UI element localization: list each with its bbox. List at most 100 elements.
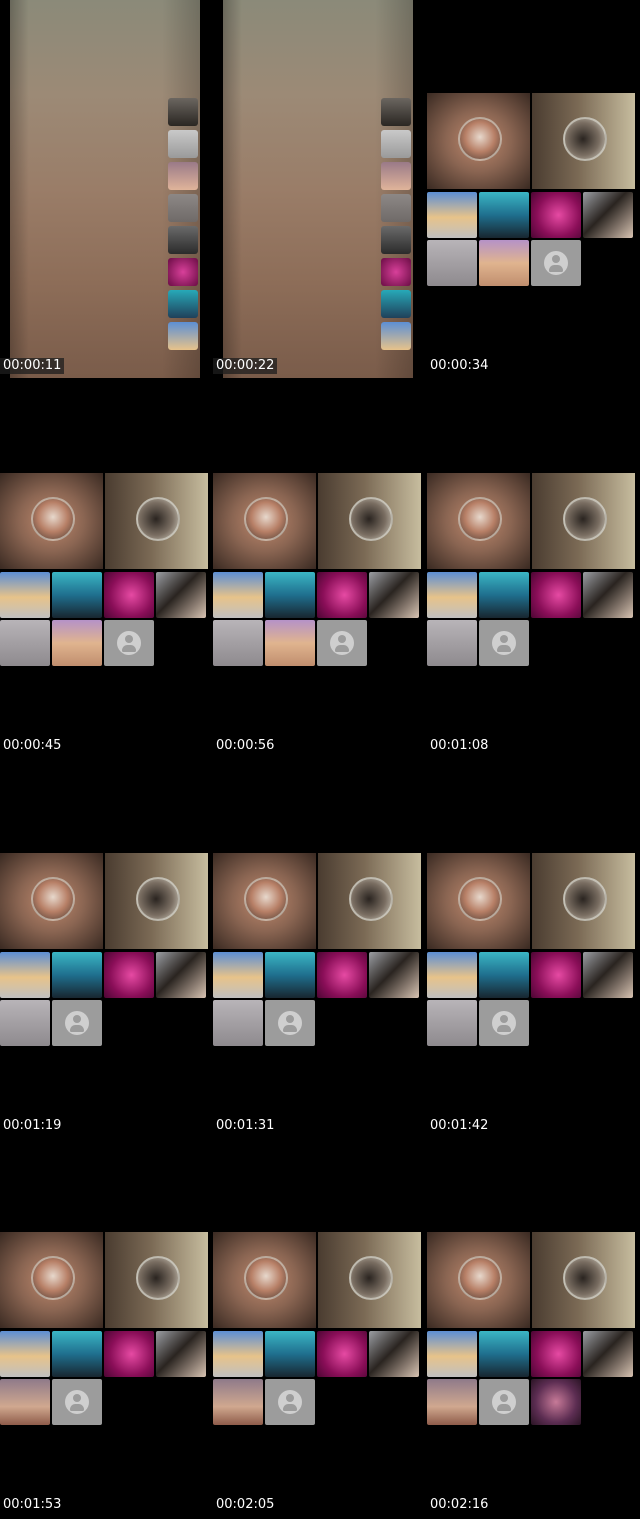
- participant-tile: [427, 620, 477, 666]
- participant-tile: [317, 572, 367, 618]
- avatar-body: [335, 645, 349, 652]
- avatar-placeholder-icon: [544, 251, 568, 275]
- participant-tile: [369, 572, 419, 618]
- guest-video-tile: [105, 853, 208, 949]
- empty-participant-tile: [479, 1379, 529, 1425]
- timestamp-label: 00:01:53: [3, 1497, 62, 1512]
- profile-circle: [458, 1256, 502, 1300]
- video-frame: 00:02:16: [427, 1139, 635, 1519]
- guest-video-tile: [532, 93, 635, 189]
- participant-thumbnail: [381, 258, 411, 286]
- participant-tile: [531, 1379, 581, 1425]
- participant-tile: [52, 952, 102, 998]
- guest-video-tile: [532, 1232, 635, 1328]
- participant-tile: [104, 1331, 154, 1377]
- participant-tile: [479, 1331, 529, 1377]
- participant-tile: [531, 192, 581, 238]
- guest-video-tile: [318, 1232, 421, 1328]
- profile-circle: [31, 877, 75, 921]
- participant-thumbnail: [168, 130, 198, 158]
- participant-thumbnail: [381, 322, 411, 350]
- participant-tile: [427, 1331, 477, 1377]
- participant-tile: [213, 572, 263, 618]
- host-video-tile: [213, 473, 316, 569]
- guest-video-tile: [532, 853, 635, 949]
- host-video-tile: [0, 853, 103, 949]
- participant-tile: [427, 192, 477, 238]
- participant-tile: [213, 1379, 263, 1425]
- avatar-body: [497, 1025, 511, 1032]
- profile-circle: [563, 497, 607, 541]
- timestamp-label: 00:01:08: [430, 738, 489, 753]
- empty-participant-tile: [265, 1379, 315, 1425]
- avatar-body: [497, 1404, 511, 1411]
- avatar-body: [70, 1404, 84, 1411]
- participant-tile: [427, 1379, 477, 1425]
- participant-tile: [583, 192, 633, 238]
- participant-thumbnail: [381, 130, 411, 158]
- timestamp-label: 00:02:16: [430, 1497, 489, 1512]
- participant-tile: [479, 952, 529, 998]
- profile-circle: [563, 117, 607, 161]
- participant-tile: [531, 952, 581, 998]
- participant-thumbnail: [168, 258, 198, 286]
- host-video-tile: [0, 473, 103, 569]
- host-video-tile: [427, 473, 530, 569]
- profile-circle: [458, 497, 502, 541]
- avatar-placeholder-icon: [492, 631, 516, 655]
- participant-thumbnail: [381, 162, 411, 190]
- participant-tile: [265, 1331, 315, 1377]
- avatar-placeholder-icon: [65, 1011, 89, 1035]
- profile-circle: [31, 1256, 75, 1300]
- participant-tile: [156, 572, 206, 618]
- profile-circle: [136, 1256, 180, 1300]
- avatar-head: [73, 1015, 81, 1023]
- avatar-placeholder-icon: [278, 1011, 302, 1035]
- guest-video-tile: [532, 473, 635, 569]
- profile-circle: [458, 117, 502, 161]
- participant-tile: [427, 240, 477, 286]
- profile-circle: [349, 497, 393, 541]
- video-frame: 00:01:53: [0, 1139, 208, 1519]
- empty-participant-tile: [317, 620, 367, 666]
- empty-participant-tile: [479, 620, 529, 666]
- timestamp-label: 00:00:56: [216, 738, 275, 753]
- video-frame: 00:01:19: [0, 760, 208, 1140]
- participant-tile: [369, 952, 419, 998]
- participant-tile: [156, 952, 206, 998]
- participant-tile: [104, 952, 154, 998]
- timestamp-label: 00:00:34: [430, 358, 489, 373]
- participant-tile: [0, 1000, 50, 1046]
- avatar-head: [500, 1015, 508, 1023]
- participant-tile: [265, 620, 315, 666]
- empty-participant-tile: [52, 1000, 102, 1046]
- avatar-body: [283, 1025, 297, 1032]
- profile-circle: [31, 497, 75, 541]
- guest-video-tile: [105, 1232, 208, 1328]
- avatar-head: [286, 1394, 294, 1402]
- participant-tile: [52, 1331, 102, 1377]
- video-frame: 00:02:05: [213, 1139, 421, 1519]
- profile-circle: [563, 1256, 607, 1300]
- avatar-placeholder-icon: [330, 631, 354, 655]
- profile-circle: [244, 877, 288, 921]
- video-frame: 00:00:34: [427, 0, 635, 380]
- participant-thumbnail: [168, 290, 198, 318]
- timestamp-label: 00:00:11: [0, 358, 65, 374]
- video-frame: 00:00:45: [0, 380, 208, 760]
- host-video-tile: [427, 93, 530, 189]
- profile-circle: [136, 877, 180, 921]
- participant-tile: [0, 1331, 50, 1377]
- empty-participant-tile: [104, 620, 154, 666]
- participant-tile: [104, 572, 154, 618]
- guest-video-tile: [105, 473, 208, 569]
- timestamp-label: 00:01:42: [430, 1118, 489, 1133]
- avatar-head: [338, 635, 346, 643]
- host-video-tile: [213, 853, 316, 949]
- host-video-tile: [0, 1232, 103, 1328]
- empty-participant-tile: [265, 1000, 315, 1046]
- participant-tile: [583, 572, 633, 618]
- video-frame: 00:01:42: [427, 760, 635, 1140]
- participant-tile: [156, 1331, 206, 1377]
- profile-circle: [349, 1256, 393, 1300]
